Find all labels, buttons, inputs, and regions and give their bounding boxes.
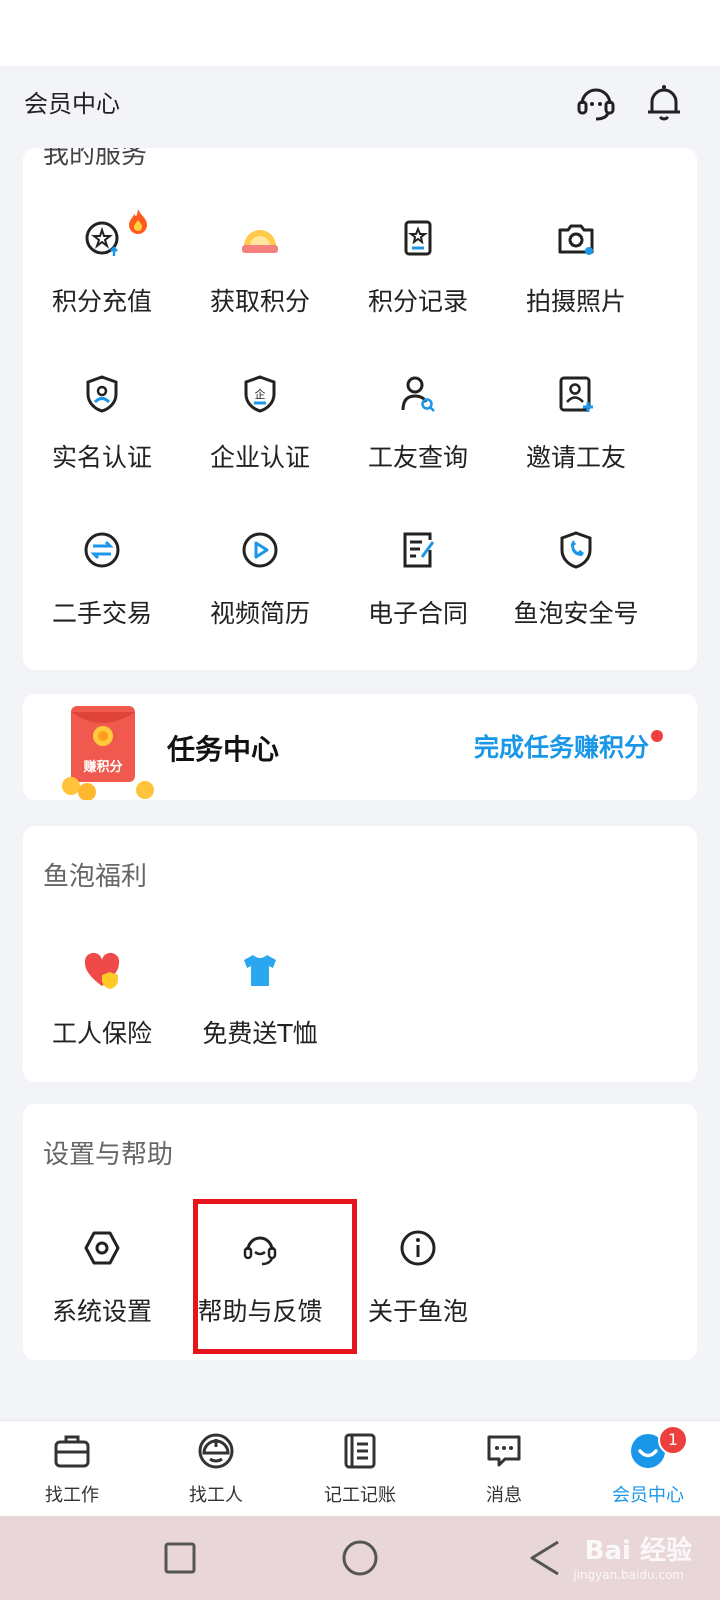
notification-dot [651,730,663,742]
task-center-card[interactable]: 赚积分 任务中心 完成任务赚积分 [23,694,697,800]
tab-find-job[interactable]: 找工作 [0,1431,144,1511]
member-badge: 1 [658,1425,688,1455]
service-enterprise-auth[interactable]: 企 企业认证 [181,374,339,504]
service-label: 获取积分 [209,287,310,316]
tab-label: 消息 [486,1485,522,1506]
customer-service-icon[interactable] [574,80,618,124]
realname-shield-icon [82,374,122,414]
service-label: 二手交易 [51,599,152,628]
service-label: 鱼泡安全号 [513,599,639,628]
red-envelope-text: 赚积分 [83,760,123,775]
settings-section-title: 设置与帮助 [43,1140,174,1170]
enterprise-shield-icon: 企 [240,374,280,414]
task-center-title: 任务中心 [167,733,280,766]
service-label: 积分充值 [51,287,152,316]
back-triangle-icon[interactable] [522,1534,570,1582]
worker-search-icon [398,374,438,414]
recents-square-icon[interactable] [156,1534,204,1582]
system-nav-bar: Bai 经验 jingyan.baidu.com [0,1516,720,1600]
app-header: 会员中心 [0,66,720,148]
invite-worker-icon [556,374,596,414]
welfare-label: 免费送T恤 [202,1019,318,1048]
get-points-icon [240,218,280,258]
service-secure-number[interactable]: 鱼泡安全号 [497,530,655,660]
welfare-worker-insurance[interactable]: 工人保险 [23,950,181,1080]
service-label: 电子合同 [367,599,468,628]
highlight-box [193,1199,357,1354]
secure-phone-icon [556,530,596,570]
briefcase-icon [52,1431,92,1471]
service-label: 工友查询 [367,443,468,472]
welfare-label: 工人保险 [51,1019,152,1048]
watermark-logo: Bai 经验 [584,1536,692,1566]
tab-messages[interactable]: 消息 [432,1431,576,1511]
service-label: 邀请工友 [525,443,626,472]
contract-icon [398,530,438,570]
service-e-contract[interactable]: 电子合同 [339,530,497,660]
service-points-record[interactable]: 积分记录 [339,218,497,348]
services-section-title: 我的服务 [43,148,148,170]
tab-label: 记工记账 [324,1485,396,1506]
welfare-free-tshirt[interactable]: 免费送T恤 [181,950,339,1080]
tab-find-worker[interactable]: 找工人 [144,1431,288,1511]
info-icon [398,1228,438,1268]
watermark-url: jingyan.baidu.com [573,1568,684,1582]
video-play-icon [240,530,280,570]
svg-text:企: 企 [255,387,266,401]
bottom-tab-bar: 找工作 找工人 记工记账 消息 1 会员中心 [0,1420,720,1517]
tab-label: 找工作 [45,1485,99,1506]
welfare-card: 鱼泡福利 工人保险 免费送T恤 [23,826,697,1082]
tab-ledger[interactable]: 记工记账 [288,1431,432,1511]
tab-label: 找工人 [189,1485,243,1506]
service-invite-worker[interactable]: 邀请工友 [497,374,655,504]
camera-icon [556,218,596,258]
home-circle-icon[interactable] [336,1534,384,1582]
service-realname-auth[interactable]: 实名认证 [23,374,181,504]
red-envelope-icon: 赚积分 [51,694,161,800]
exchange-icon [82,530,122,570]
settings-label: 关于鱼泡 [367,1297,468,1326]
tab-member-center[interactable]: 1 会员中心 [576,1425,720,1511]
page-title: 会员中心 [24,90,120,118]
hot-flame-icon [127,208,149,234]
earn-points-link[interactable]: 完成任务赚积分 [474,728,649,764]
service-points-recharge[interactable]: 积分充值 [23,209,181,348]
insurance-heart-icon [82,950,122,990]
settings-label: 系统设置 [51,1297,152,1326]
service-label: 实名认证 [51,443,152,472]
bell-icon[interactable] [642,80,686,124]
points-recharge-icon [82,218,122,258]
services-card: 我的服务 积分充值 获取积分 积分记录 拍摄照片 实名认证 企 企业认证 工友查… [23,148,697,670]
tshirt-icon [240,950,280,990]
message-icon [484,1431,524,1471]
service-second-hand[interactable]: 二手交易 [23,530,181,660]
service-label: 积分记录 [367,287,468,316]
service-video-resume[interactable]: 视频简历 [181,530,339,660]
about-yupao-item[interactable]: 关于鱼泡 [339,1228,497,1358]
service-take-photo[interactable]: 拍摄照片 [497,218,655,348]
helmet-icon [196,1431,236,1471]
service-get-points[interactable]: 获取积分 [181,218,339,348]
tab-label: 会员中心 [612,1485,684,1506]
service-worker-search[interactable]: 工友查询 [339,374,497,504]
status-bar [0,0,720,66]
points-record-icon [398,218,438,258]
system-settings-item[interactable]: 系统设置 [23,1228,181,1358]
settings-hex-icon [82,1228,122,1268]
welfare-section-title: 鱼泡福利 [43,862,148,892]
ledger-icon [340,1431,380,1471]
service-label: 企业认证 [209,443,310,472]
service-label: 视频简历 [209,599,310,628]
settings-card: 设置与帮助 系统设置 帮助与反馈 关于鱼泡 [23,1104,697,1360]
service-label: 拍摄照片 [525,287,626,316]
